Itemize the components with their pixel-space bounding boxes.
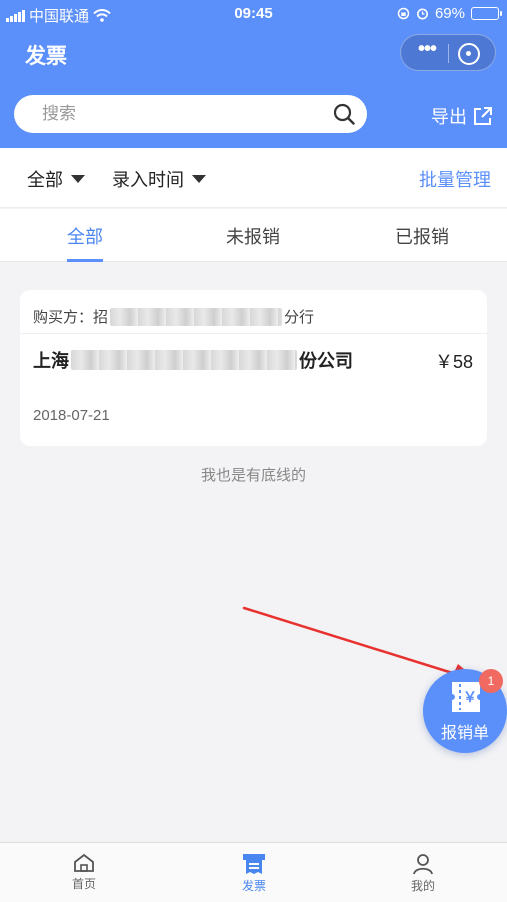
tabbar-home[interactable]: 首页 xyxy=(44,853,124,892)
list-end-text: 我也是有底线的 xyxy=(200,467,306,484)
close-icon[interactable] xyxy=(458,43,480,65)
caret-down-icon xyxy=(192,175,206,183)
bottom-tabbar: 首页 发票 我的 xyxy=(0,842,507,902)
search-input[interactable] xyxy=(42,95,332,133)
tab-unreimbursed[interactable]: 未报销 xyxy=(183,223,323,249)
invoice-date: 2018-07-21 xyxy=(33,407,110,424)
filter-time-label: 录入时间 xyxy=(112,170,184,190)
tabbar-home-label: 首页 xyxy=(71,877,96,891)
status-bar: 中国联通 09:45 69% xyxy=(0,0,507,28)
batch-manage-button[interactable]: 批量管理 xyxy=(419,166,491,192)
invoice-icon xyxy=(243,854,265,874)
more-icon[interactable]: ••• xyxy=(411,38,443,68)
invoice-card[interactable]: 购买方：招 分行 上海 份公司 ￥58 2018-07-21 xyxy=(20,290,487,446)
tabbar-me-label: 我的 xyxy=(410,879,435,893)
fab-label: 报销单 xyxy=(440,725,489,742)
search-box[interactable] xyxy=(14,95,367,133)
invoice-buyer: 购买方：招 分行 xyxy=(33,306,314,327)
capsule-divider xyxy=(448,44,449,63)
tabbar-me[interactable]: 我的 xyxy=(383,853,463,894)
filter-all-label: 全部 xyxy=(27,170,63,190)
search-icon[interactable] xyxy=(333,103,355,125)
status-tabs: 全部 未报销 已报销 xyxy=(0,209,507,262)
header: 中国联通 09:45 69% 发票 ••• 导出 xyxy=(0,0,507,148)
battery-percent: 69% xyxy=(434,5,465,22)
tab-all[interactable]: 全部 xyxy=(15,223,155,249)
battery-icon xyxy=(471,7,502,20)
seller-suffix: 份公司 xyxy=(299,351,353,371)
page-title: 发票 xyxy=(25,45,67,68)
export-label: 导出 xyxy=(431,107,467,127)
home-icon xyxy=(74,853,94,872)
tab-reimbursed[interactable]: 已报销 xyxy=(352,223,492,249)
status-right: 69% xyxy=(397,5,502,22)
rotation-lock-icon xyxy=(397,7,410,20)
caret-down-icon xyxy=(71,175,85,183)
export-button[interactable]: 导出 xyxy=(431,103,493,129)
redacted-text xyxy=(110,307,283,326)
tabbar-invoice[interactable]: 发票 xyxy=(214,853,294,894)
user-icon xyxy=(413,854,433,875)
filter-all-dropdown[interactable]: 全部 xyxy=(27,166,85,192)
redacted-text xyxy=(71,350,297,370)
tab-underline xyxy=(67,259,103,262)
card-divider xyxy=(20,333,487,334)
seller-prefix: 上海 xyxy=(33,351,69,371)
invoice-amount: ￥58 xyxy=(434,352,473,372)
filter-time-dropdown[interactable]: 录入时间 xyxy=(112,166,206,192)
buyer-prefix: 购买方：招 xyxy=(33,309,109,326)
invoice-seller: 上海 份公司 xyxy=(33,347,353,373)
mini-program-capsule: ••• xyxy=(400,34,496,71)
fab-badge: 1 xyxy=(479,669,503,693)
yen-glyph: ￥ xyxy=(463,690,477,706)
tabbar-invoice-label: 发票 xyxy=(241,879,266,893)
reimbursement-icon: ￥ xyxy=(452,682,480,712)
export-icon xyxy=(474,107,492,125)
alarm-icon xyxy=(416,8,428,20)
filter-bar: 全部 录入时间 批量管理 xyxy=(0,148,507,208)
buyer-suffix: 分行 xyxy=(284,309,315,326)
